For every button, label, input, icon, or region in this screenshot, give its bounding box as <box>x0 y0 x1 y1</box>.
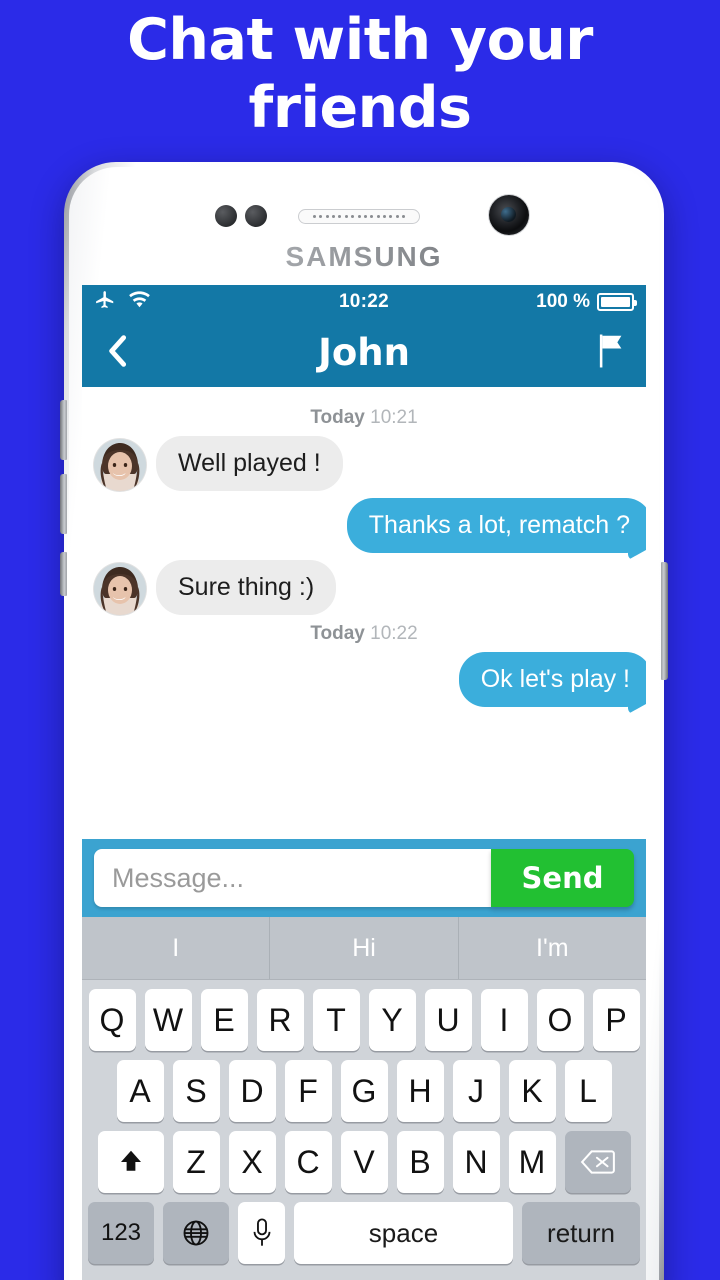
key-g[interactable]: G <box>340 1060 388 1122</box>
date-divider-day: Today <box>310 407 365 428</box>
shift-up-arrow-icon[interactable] <box>97 1131 164 1193</box>
key-f[interactable]: F <box>284 1060 332 1122</box>
report-flag-button[interactable] <box>592 332 628 375</box>
back-button[interactable] <box>100 331 134 376</box>
suggestion-item[interactable]: I'm <box>457 917 646 979</box>
front-camera-icon <box>489 195 529 235</box>
phone-body: SAMSUNG 10:22 100 % John Today 10:21 Wel… <box>69 167 659 1280</box>
power-button[interactable] <box>661 562 668 680</box>
key-q[interactable]: Q <box>88 989 136 1051</box>
battery-full-icon <box>597 293 637 311</box>
on-screen-keyboard: I Hi I'm Q W E R T Y U I O P A S D F G H… <box>82 917 646 1280</box>
key-v[interactable]: V <box>340 1131 388 1193</box>
key-l[interactable]: L <box>564 1060 612 1122</box>
volume-down-button[interactable] <box>60 474 67 534</box>
key-a[interactable]: A <box>116 1060 164 1122</box>
key-j[interactable]: J <box>452 1060 500 1122</box>
battery-percent-label: 100 % <box>536 291 590 312</box>
key-return[interactable]: return <box>522 1202 640 1264</box>
key-h[interactable]: H <box>396 1060 444 1122</box>
phone-mockup: SAMSUNG 10:22 100 % John Today 10:21 Wel… <box>60 162 668 1280</box>
bixby-button[interactable] <box>60 552 67 596</box>
suggestion-item[interactable]: Hi <box>269 917 457 979</box>
avatar[interactable] <box>94 439 146 491</box>
key-c[interactable]: C <box>284 1131 332 1193</box>
message-bubble-outgoing[interactable]: Ok let's play ! <box>458 652 646 714</box>
key-z[interactable]: Z <box>172 1131 220 1193</box>
promo-headline-line-1: Chat with your <box>127 7 593 73</box>
status-bar-right: 100 % <box>536 291 637 313</box>
key-numbers[interactable]: 123 <box>88 1202 154 1264</box>
volume-up-button[interactable] <box>60 400 67 460</box>
date-divider-time: 10:21 <box>370 407 418 428</box>
earpiece-speaker-icon <box>298 209 420 224</box>
date-divider-day: Today <box>310 623 365 644</box>
key-s[interactable]: S <box>172 1060 220 1122</box>
key-o[interactable]: O <box>536 989 584 1051</box>
avatar[interactable] <box>94 563 146 615</box>
message-row: Thanks a lot, rematch ? <box>82 498 646 560</box>
keyboard-row-2: A S D F G H J K L <box>82 1060 646 1122</box>
backspace-delete-icon[interactable] <box>564 1131 631 1193</box>
key-space[interactable]: space <box>294 1202 513 1264</box>
message-input[interactable]: Message... <box>94 849 491 907</box>
message-bubble-incoming[interactable]: Well played ! <box>156 436 343 491</box>
proximity-sensor-icon <box>215 205 237 227</box>
key-n[interactable]: N <box>452 1131 500 1193</box>
chat-title: John <box>318 331 410 374</box>
microphone-icon[interactable] <box>238 1202 285 1264</box>
message-bubble-incoming[interactable]: Sure thing :) <box>156 560 337 615</box>
promo-headline-line-2: friends <box>248 75 472 141</box>
message-row: Sure thing :) <box>82 560 646 615</box>
message-row: Well played ! <box>82 436 646 491</box>
key-i[interactable]: I <box>480 989 528 1051</box>
keyboard-row-4: 123 space return <box>82 1202 646 1264</box>
phone-top-hardware: SAMSUNG <box>69 167 659 285</box>
promo-headline: Chat with your friends <box>0 6 720 142</box>
key-r[interactable]: R <box>256 989 304 1051</box>
globe-language-icon[interactable] <box>163 1202 229 1264</box>
key-d[interactable]: D <box>228 1060 276 1122</box>
key-p[interactable]: P <box>592 989 640 1051</box>
message-row: Ok let's play ! <box>82 652 646 714</box>
device-brand-label: SAMSUNG <box>69 241 659 273</box>
key-u[interactable]: U <box>424 989 472 1051</box>
key-m[interactable]: M <box>508 1131 556 1193</box>
status-bar: 10:22 100 % <box>82 285 646 319</box>
key-e[interactable]: E <box>200 989 248 1051</box>
key-k[interactable]: K <box>508 1060 556 1122</box>
message-composer: Message... Send <box>82 839 646 917</box>
suggestion-bar: I Hi I'm <box>82 917 646 980</box>
keyboard-row-3: Z X C V B N M <box>82 1131 646 1193</box>
key-y[interactable]: Y <box>368 989 416 1051</box>
message-list[interactable]: Today 10:21 Well played ! Thanks a lot, … <box>82 387 646 839</box>
key-w[interactable]: W <box>144 989 192 1051</box>
date-divider: Today 10:22 <box>82 623 646 645</box>
keyboard-row-1: Q W E R T Y U I O P <box>82 989 646 1051</box>
phone-screen: 10:22 100 % John Today 10:21 Well played… <box>82 285 646 1280</box>
suggestion-item[interactable]: I <box>82 917 269 979</box>
date-divider-time: 10:22 <box>370 623 418 644</box>
send-button[interactable]: Send <box>491 849 634 907</box>
message-bubble-outgoing[interactable]: Thanks a lot, rematch ? <box>346 498 646 560</box>
key-t[interactable]: T <box>312 989 360 1051</box>
key-x[interactable]: X <box>228 1131 276 1193</box>
key-b[interactable]: B <box>396 1131 444 1193</box>
light-sensor-icon <box>245 205 267 227</box>
date-divider: Today 10:21 <box>82 407 646 429</box>
chat-navigation-bar: John <box>82 319 646 387</box>
